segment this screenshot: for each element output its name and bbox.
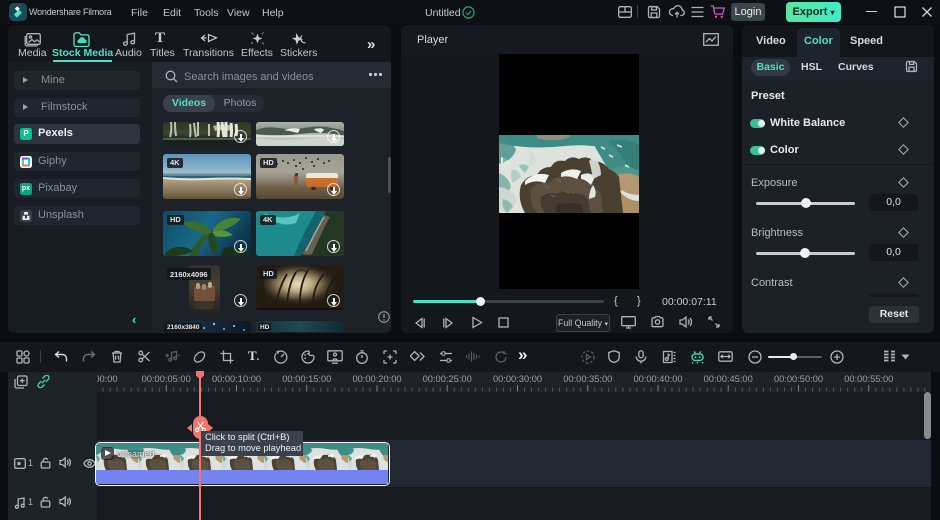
- svg-text:00:00:50:00: 00:00:50:00: [774, 374, 823, 384]
- svg-text:00:00:45:00: 00:00:45:00: [704, 374, 753, 384]
- svg-text:00:00:40:00: 00:00:40:00: [633, 374, 682, 384]
- svg-text:00:00:15:00: 00:00:15:00: [282, 374, 331, 384]
- svg-text:00:00:10:00: 00:00:10:00: [212, 374, 261, 384]
- svg-text:00:00:30:00: 00:00:30:00: [493, 374, 542, 384]
- svg-text:00:00:00: 00:00:00: [97, 374, 118, 384]
- svg-text:00:00:05:00: 00:00:05:00: [142, 374, 191, 384]
- svg-text:00:00:25:00: 00:00:25:00: [423, 374, 472, 384]
- svg-text:00:00:55:00: 00:00:55:00: [844, 374, 893, 384]
- svg-text:00:00:35:00: 00:00:35:00: [563, 374, 612, 384]
- svg-text:00:00:20:00: 00:00:20:00: [352, 374, 401, 384]
